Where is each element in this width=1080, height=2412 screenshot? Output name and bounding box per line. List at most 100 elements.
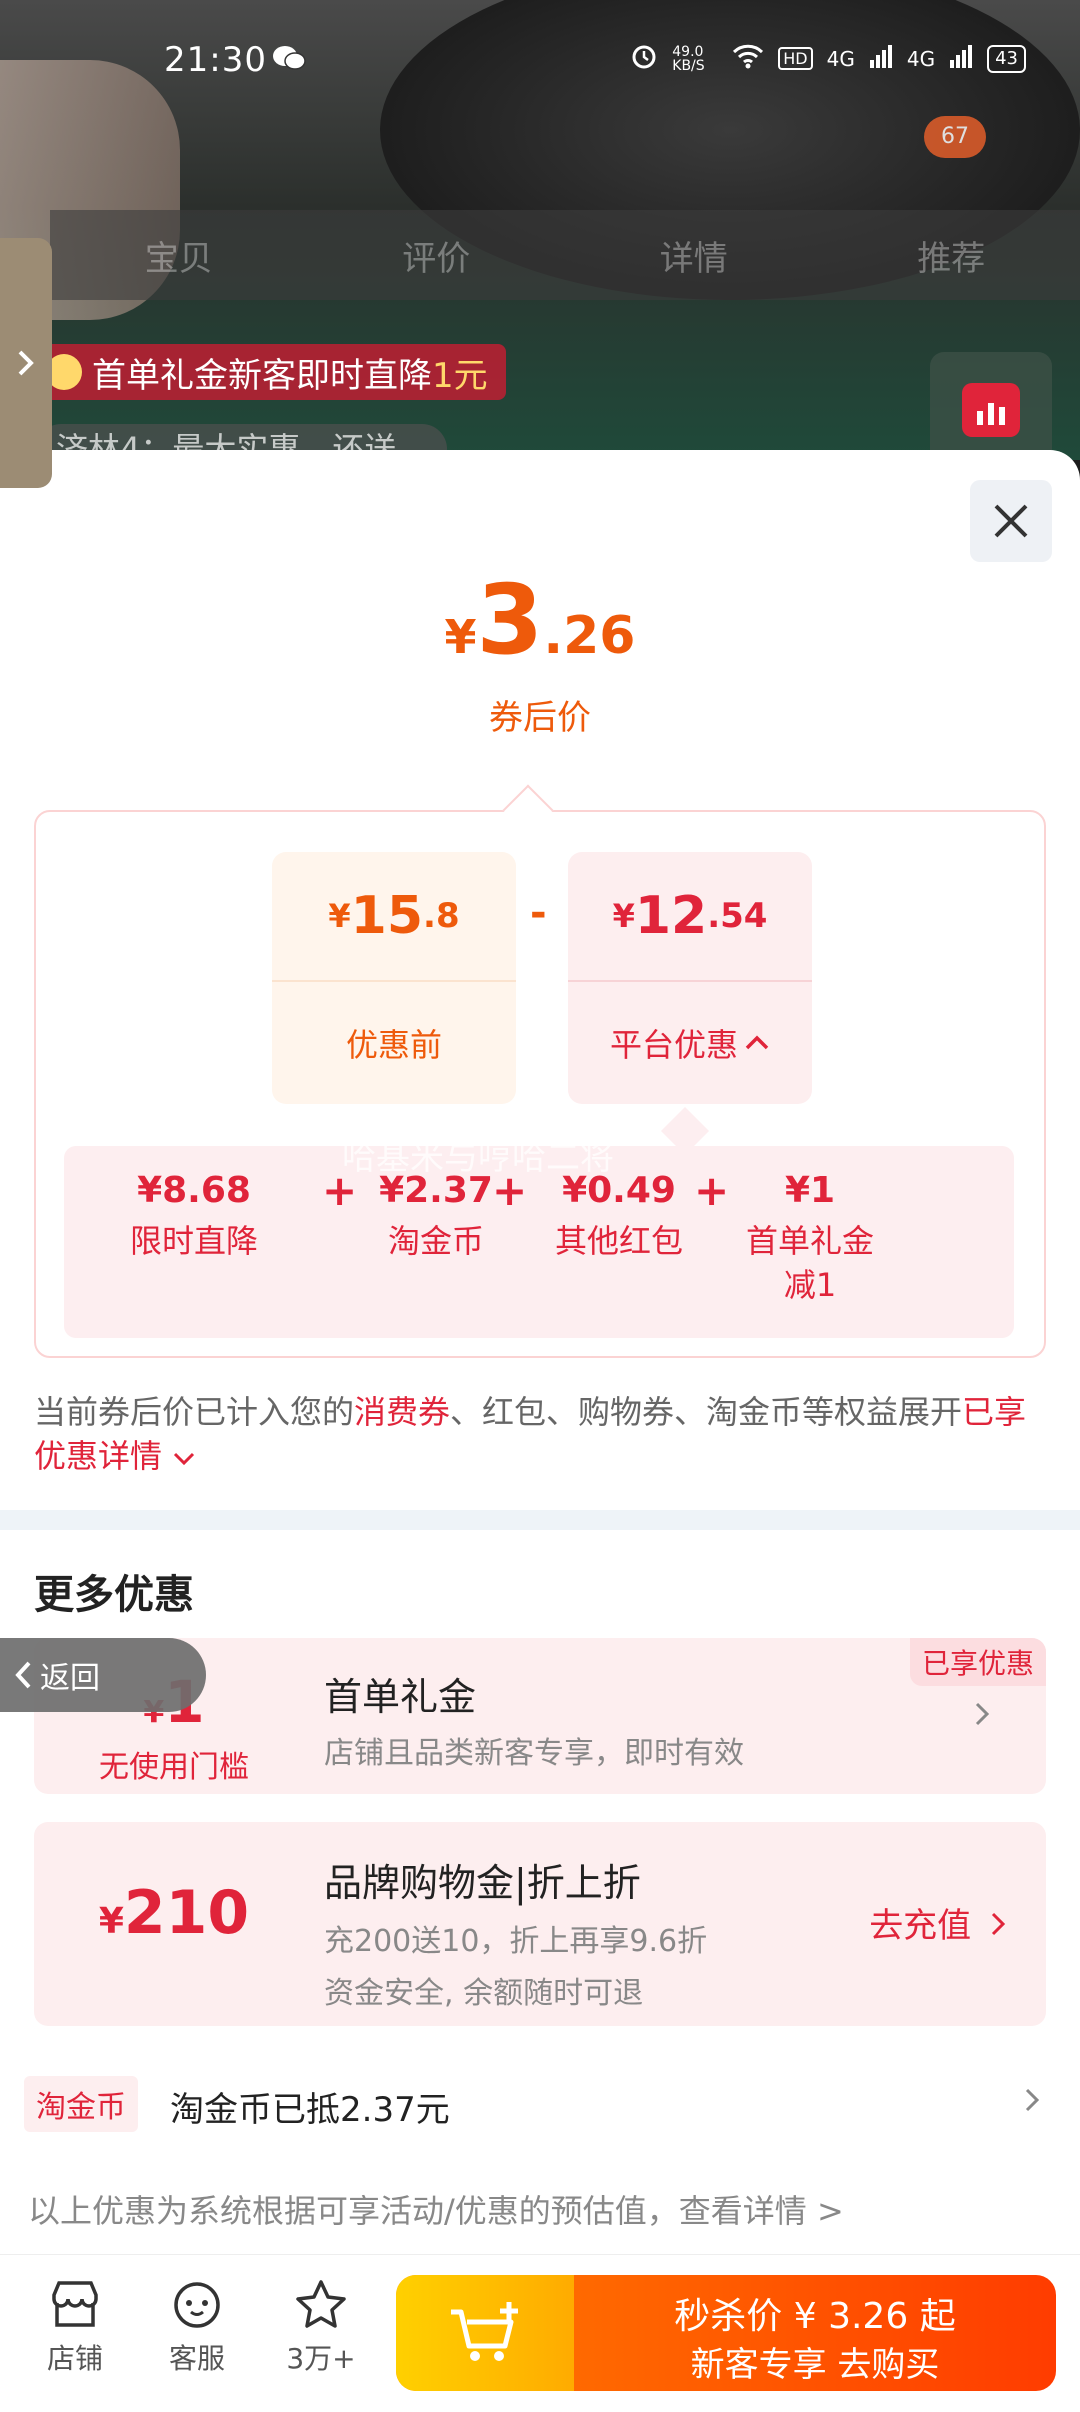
favorite-count: 3万+ [286,2342,356,2375]
wechat-icon [272,44,306,72]
chevron-right-icon [18,350,34,376]
back-button[interactable]: 返回 [0,1638,206,1712]
promo-highlight: 1元 [432,355,488,396]
chevron-right-icon [991,1912,1006,1936]
signal-bars-icon [949,44,973,73]
breakdown-item: ¥8.68 限时直降 [124,1170,264,1263]
add-to-cart-button[interactable] [396,2275,574,2391]
add-cart-icon [451,2302,518,2361]
more-offers-title: 更多优惠 [34,1572,194,1618]
signal-4g-2: 4G [906,46,936,71]
offer-amount: ¥210 [34,1878,314,1948]
minus-sign: - [530,890,547,936]
bottom-action-bar: 店铺 客服 3万+ 秒杀价 ¥ 3.26 起 新客专享 去购买 [0,2254,1080,2412]
favorite-button[interactable]: 3万+ [266,2279,376,2377]
breakdown-name: 限时直降 [129,1222,258,1260]
taojinbi-text: 淘金币已抵2.37元 [170,2090,450,2130]
taojinbi-row[interactable]: 淘金币 淘金币已抵2.37元 [24,2072,1056,2132]
buy-now-button[interactable]: 秒杀价 ¥ 3.26 起 新客专享 去购买 [396,2275,1056,2391]
tab-details: 详情 [659,238,728,279]
final-price: ¥3.26 [0,564,1080,676]
status-time: 21:30 [164,40,267,80]
note-text: 、红包、购物券、淘金币等权益展开 [450,1393,963,1431]
amount-decimal: .8 [423,896,460,936]
recharge-label: 去充值 [869,1906,972,1946]
message-badge: 67 [924,116,986,158]
amount-integer: 15 [350,886,424,946]
bar-chart-icon [962,383,1020,437]
platform-discount-amount: ¥12.54 [568,852,812,980]
background-page: 21:30 49.0 KB/S HD 4G 4G 43 67 宝贝 评价 详情 … [0,0,1080,460]
breakdown-name: 首单礼金减1 [745,1222,874,1304]
tab-item: 宝贝 [144,238,213,279]
store-icon [52,2281,98,2327]
service-icon [174,2282,220,2328]
service-label: 客服 [168,2342,225,2375]
final-price-decimal: .26 [543,606,636,666]
star-icon [296,2280,346,2328]
close-icon [994,504,1028,538]
final-price-label: 券后价 [489,698,591,738]
watermark: 哈基米与哼哈二将 [342,1138,614,1178]
taojinbi-tag: 淘金币 [24,2076,138,2132]
platform-discount-label-row: 平台优惠 [568,982,812,1104]
amount: 210 [123,1878,250,1948]
offer-title: 首单礼金 [324,1675,477,1719]
amount-integer: 12 [634,886,708,946]
amount-decimal: .54 [707,896,768,936]
promo-text: 首单礼金新客即时直降 [92,355,432,396]
close-button[interactable] [970,480,1052,562]
offer-condition: 无使用门槛 [99,1750,249,1785]
battery-icon: 43 [987,44,1026,73]
offer-title: 品牌购物金|折上折 [324,1861,641,1905]
price-detail-sheet: ¥3.26 券后价 ¥15.8 优惠前 - ¥12.54 平台优惠 ¥8.68 … [0,450,1080,2412]
price-note: 当前券后价已计入您的消费券、红包、购物券、淘金币等权益展开已享优惠详情 [34,1390,1034,1478]
promo-banner: 首单礼金新客即时直降 1元 [36,344,506,400]
section-divider [0,1510,1080,1530]
platform-discount-card[interactable]: ¥12.54 平台优惠 [568,852,812,1104]
breakdown-item: ¥1 首单礼金减1 [740,1170,880,1307]
side-expand-tab[interactable] [0,238,52,488]
price-before-label: 优惠前 [345,1026,442,1064]
shop-label: 店铺 [46,2342,103,2375]
offer-desc: 店铺且品类新客专享，即时有效 [324,1736,744,1771]
net-speed: 49.0 KB/S [672,43,705,74]
buy-sub-label: 新客专享 去购买 [690,2345,940,2385]
currency: ¥ [612,897,635,935]
alarm-icon [630,42,658,75]
tab-reviews: 评价 [402,238,471,279]
tab-recommend: 推荐 [917,238,986,279]
chevron-right-icon [1024,2082,1040,2122]
enjoyed-tag: 已享优惠 [909,1638,1046,1686]
signal-4g-1: 4G [826,46,855,71]
product-tabs: 宝贝 评价 详情 推荐 [50,210,1080,300]
hd-icon: HD [778,47,813,70]
price-before-card: ¥15.8 优惠前 [272,852,516,1104]
status-right-icons: 49.0 KB/S HD 4G 4G 43 [630,42,1026,75]
plus-sign: + [694,1166,730,1215]
note-link-voucher[interactable]: 消费券 [354,1393,450,1431]
offer-desc: 资金安全, 余额随时可退 [324,1976,644,2011]
breakdown-item: ¥2.37 淘金币 [366,1170,506,1263]
note-text: 当前券后价已计入您的 [34,1393,355,1431]
recharge-button[interactable]: 去充值 [869,1898,1006,1947]
currency: ¥ [328,897,351,935]
final-price-integer: 3 [476,564,544,676]
breakdown-item: ¥0.49 其他红包 [534,1170,704,1263]
back-label: 返回 [40,1661,100,1696]
buy-price-label: 秒杀价 ¥ 3.26 起 [674,2296,956,2337]
wifi-icon [732,43,764,74]
breakdown-value: ¥8.68 [137,1170,251,1211]
customer-service-button[interactable]: 客服 [142,2279,252,2377]
chevron-right-icon [974,1696,990,1736]
chevron-down-icon [174,1452,195,1466]
chevron-up-icon [745,1035,769,1050]
brand-credit-offer: ¥210 品牌购物金|折上折 充200送10，折上再享9.6折 资金安全, 余额… [34,1822,1046,2026]
disclaimer-link[interactable]: 以上优惠为系统根据可享活动/优惠的预估值，查看详情 > [28,2186,844,2232]
breakdown-name: 淘金币 [387,1222,484,1260]
currency: ¥ [98,1901,124,1942]
final-price-currency: ¥ [444,610,477,664]
breakdown-name: 其他红包 [554,1222,683,1260]
breakdown-value: ¥1 [784,1170,836,1211]
shop-button[interactable]: 店铺 [20,2279,130,2377]
